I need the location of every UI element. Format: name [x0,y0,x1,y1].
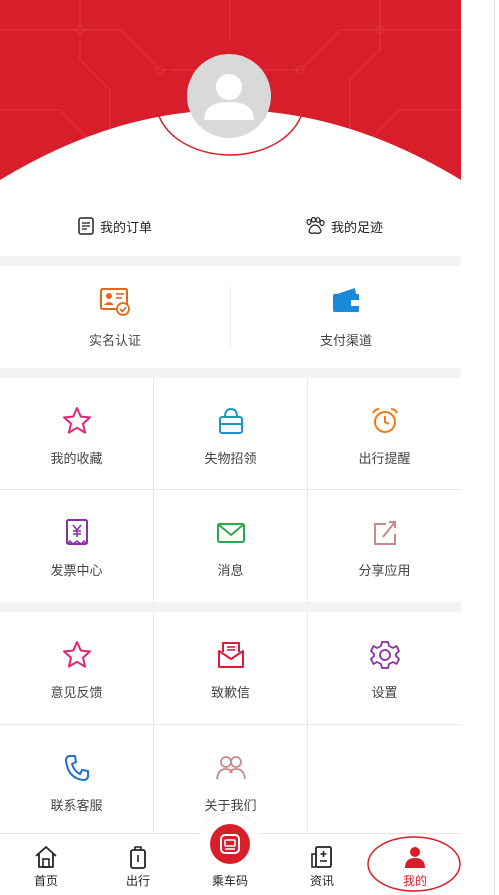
lost-and-found-label: 失物招领 [204,452,257,467]
settings-item[interactable]: 设置 [308,612,461,724]
star-icon [62,407,91,434]
quick-links: 我的订单 我的足迹 [0,200,461,256]
payment-channel-label: 支付渠道 [319,334,372,349]
payment-channel-item[interactable]: 支付渠道 [231,266,461,368]
active-tab-highlight-ring [367,836,461,892]
section-divider [0,256,461,266]
account-row: 实名认证 支付渠道 [0,266,461,368]
section-divider [0,602,461,612]
footprint-icon [306,217,325,234]
customer-service-item[interactable]: 联系客服 [0,725,153,837]
profile-header [0,0,461,200]
luggage-icon [130,846,146,869]
customer-service-label: 联系客服 [50,799,103,814]
tab-travel-label: 出行 [125,874,150,888]
messages-item[interactable]: 消息 [154,490,307,602]
scrollbar-track [494,0,495,895]
real-name-verify-label: 实名认证 [88,334,141,349]
favorites-item[interactable]: 我的收藏 [0,378,153,490]
wallet-icon [333,288,359,312]
feedback-label: 意见反馈 [50,686,103,701]
bottom-tab-bar: 首页 出行 乘车码 资讯 我的 [0,812,461,895]
tab-news-label: 资讯 [309,874,334,888]
invoice-center-label: 发票中心 [50,564,103,579]
order-list-icon [78,217,94,235]
my-orders-link[interactable]: 我的订单 [78,214,152,238]
tab-metro-code[interactable]: 乘车码 [200,840,260,890]
invoice-icon [65,519,88,545]
bag-icon [218,407,243,434]
apology-letter-label: 致歉信 [210,686,250,701]
settings-label: 设置 [371,686,398,701]
share-app-item[interactable]: 分享应用 [308,490,461,602]
tab-travel[interactable]: 出行 [108,840,168,890]
share-icon [373,521,396,545]
apology-letter-item[interactable]: 致歉信 [154,612,307,724]
news-icon [311,846,332,868]
envelope-icon [216,523,245,543]
lost-and-found-item[interactable]: 失物招领 [154,378,307,490]
share-app-label: 分享应用 [358,564,411,579]
feedback-item[interactable]: 意见反馈 [0,612,153,724]
alarm-clock-icon [371,408,398,433]
home-icon [35,846,57,868]
favorites-label: 我的收藏 [50,452,103,467]
service-grid-secondary: 意见反馈 致歉信 设置 联系客服 关于我们 [0,612,461,833]
my-orders-label: 我的订单 [100,220,153,236]
my-footprint-link[interactable]: 我的足迹 [305,214,383,238]
id-verify-icon [100,288,130,316]
my-footprint-label: 我的足迹 [331,220,384,236]
phone-icon [64,755,89,781]
gear-icon [369,641,400,669]
tab-home-label: 首页 [33,874,58,888]
messages-label: 消息 [217,564,244,579]
section-divider [0,368,461,378]
letter-icon [217,642,244,668]
avatar-highlight-ring [155,46,305,156]
star-outline-icon [62,641,91,668]
service-grid-primary: 我的收藏 失物招领 出行提醒 发票中心 消息 分享应用 [0,378,461,602]
tab-news[interactable]: 资讯 [292,840,352,890]
tab-metro-code-label: 乘车码 [211,874,248,888]
users-icon [215,756,246,780]
invoice-center-item[interactable]: 发票中心 [0,490,153,602]
travel-reminder-label: 出行提醒 [358,452,411,467]
real-name-verify-item[interactable]: 实名认证 [0,266,230,368]
travel-reminder-item[interactable]: 出行提醒 [308,378,461,490]
tab-home[interactable]: 首页 [16,840,76,890]
app-screen: 我的订单 我的足迹 实名认证 支付渠道 我的收藏 失物招领 出行提醒 发票中心 … [0,0,461,895]
